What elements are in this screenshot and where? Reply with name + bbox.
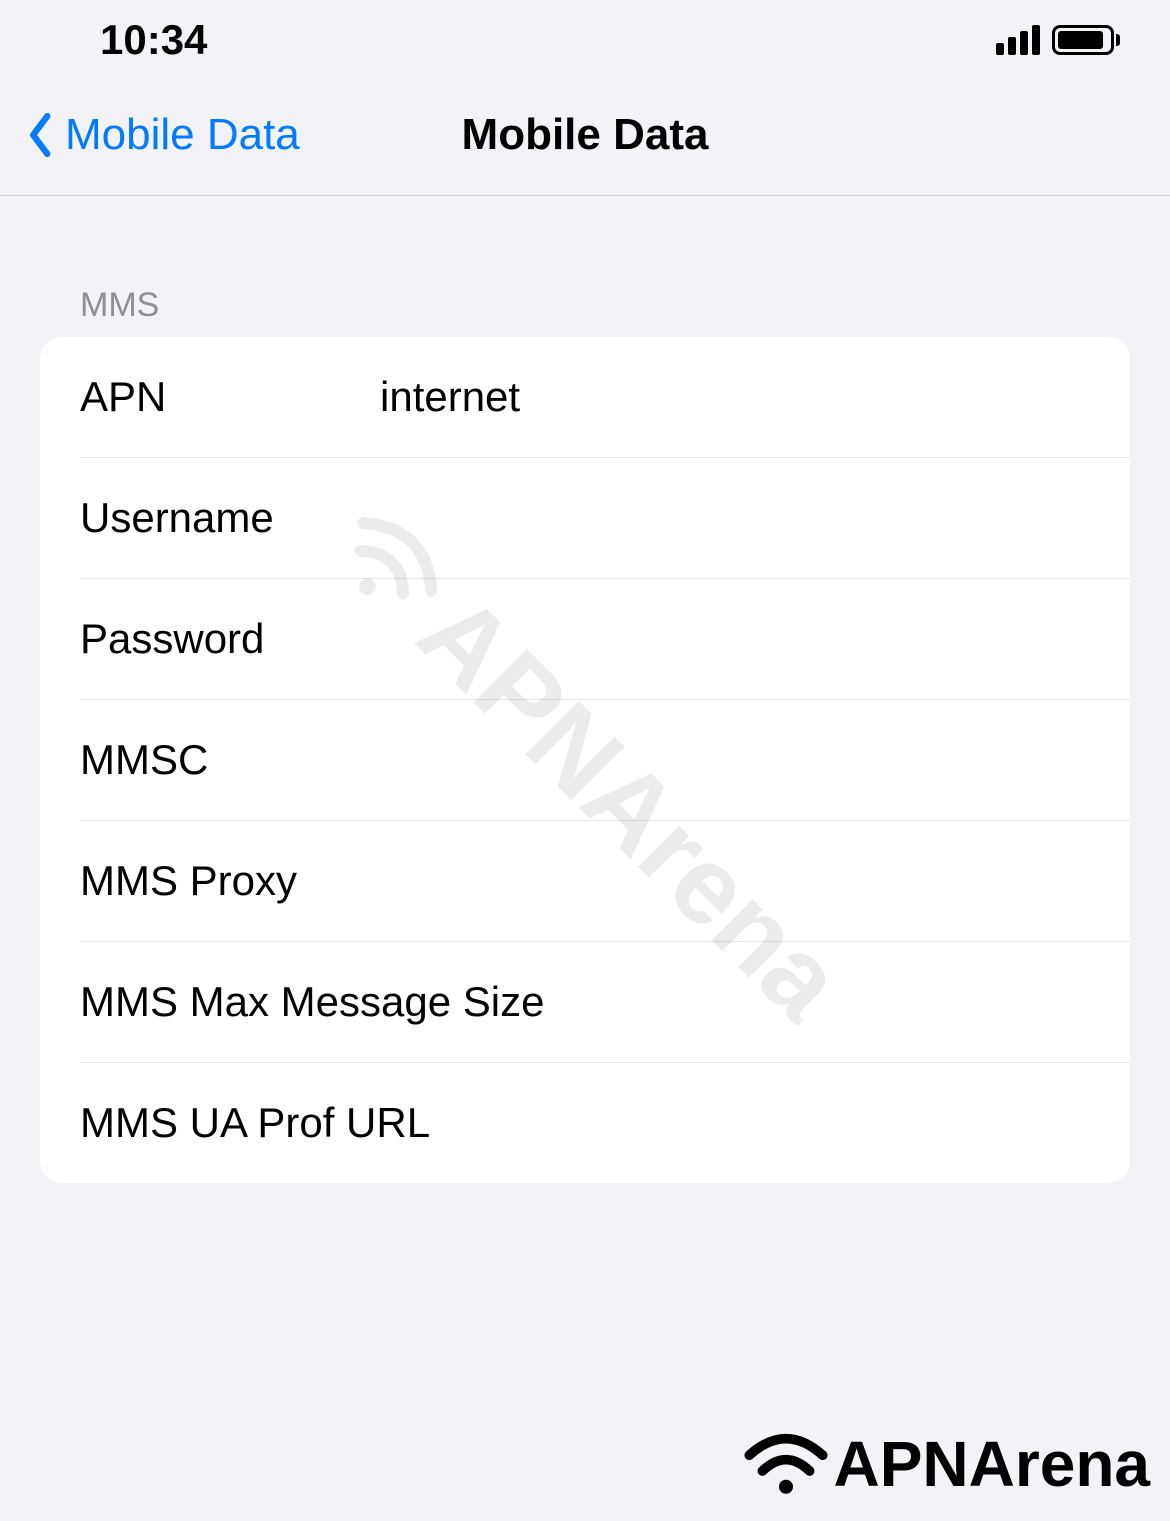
apn-input[interactable] xyxy=(380,373,1090,421)
navigation-bar: Mobile Data Mobile Data xyxy=(0,80,1170,196)
mms-proxy-label: MMS Proxy xyxy=(80,857,380,905)
mms-proxy-input[interactable] xyxy=(380,857,1090,905)
mmsc-label: MMSC xyxy=(80,736,380,784)
status-indicators xyxy=(996,25,1120,55)
mms-max-size-label: MMS Max Message Size xyxy=(80,978,1090,1026)
status-bar: 10:34 xyxy=(0,0,1170,80)
wifi-icon xyxy=(741,1429,831,1499)
mms-ua-prof-row[interactable]: MMS UA Prof URL xyxy=(40,1063,1130,1183)
username-label: Username xyxy=(80,494,380,542)
apn-row[interactable]: APN xyxy=(40,337,1130,457)
password-input[interactable] xyxy=(380,615,1090,663)
password-label: Password xyxy=(80,615,380,663)
status-time: 10:34 xyxy=(100,16,207,64)
footer-brand-text: APNArena xyxy=(833,1427,1150,1501)
section-header-mms: MMS xyxy=(0,196,1170,337)
mmsc-row[interactable]: MMSC xyxy=(40,700,1130,820)
mms-max-size-row[interactable]: MMS Max Message Size xyxy=(40,942,1130,1062)
back-button[interactable]: Mobile Data xyxy=(25,110,300,160)
username-input[interactable] xyxy=(380,494,1090,542)
apn-label: APN xyxy=(80,373,380,421)
mms-proxy-row[interactable]: MMS Proxy xyxy=(40,821,1130,941)
cellular-signal-icon xyxy=(996,25,1040,55)
footer-brand: APNArena xyxy=(741,1427,1150,1501)
mms-settings-card: APN Username Password MMSC MMS Proxy MMS… xyxy=(40,337,1130,1183)
mmsc-input[interactable] xyxy=(380,736,1090,784)
page-title: Mobile Data xyxy=(462,110,709,160)
password-row[interactable]: Password xyxy=(40,579,1130,699)
chevron-left-icon xyxy=(25,113,57,157)
battery-icon xyxy=(1052,25,1120,55)
username-row[interactable]: Username xyxy=(40,458,1130,578)
mms-ua-prof-label: MMS UA Prof URL xyxy=(80,1099,1090,1147)
back-label: Mobile Data xyxy=(65,110,300,160)
